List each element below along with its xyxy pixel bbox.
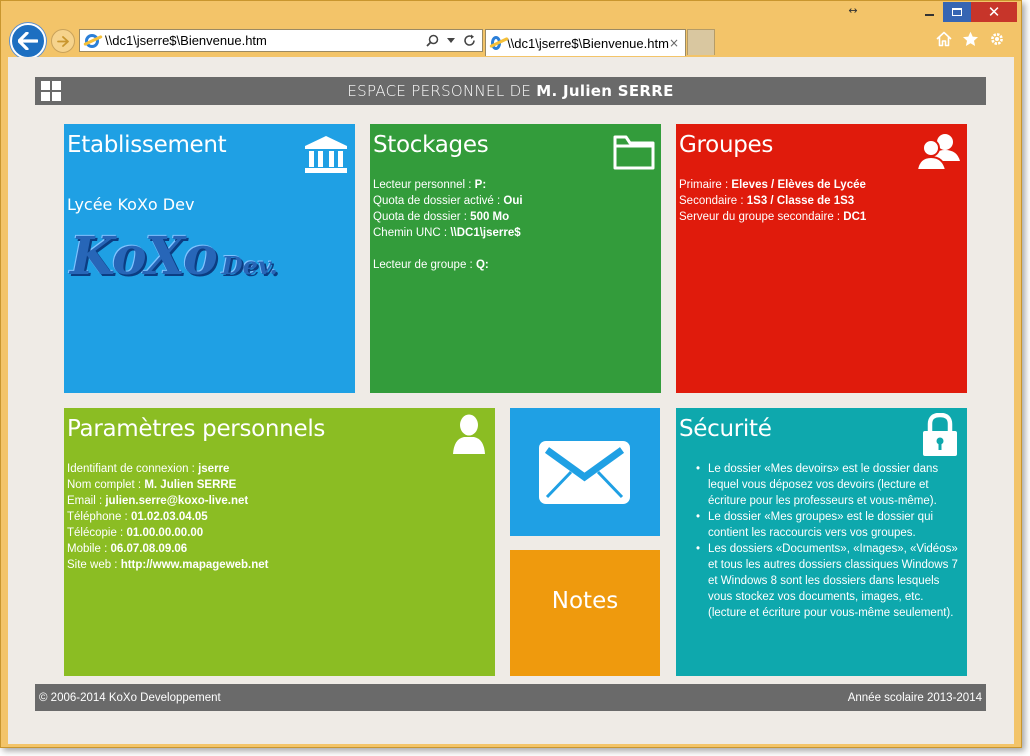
storage-row: Lecteur de groupe : Q: (373, 259, 489, 271)
param-row: Site web : http://www.mapageweb.net (67, 559, 269, 571)
maximize-icon (952, 8, 962, 16)
param-row: Télécopie : 01.00.00.00.00 (67, 527, 204, 539)
param-row: Nom complet : M. Julien SERRE (67, 479, 237, 491)
title-prefix: ESPACE PERSONNEL DE (347, 82, 537, 100)
storage-row: Quota de dossier : 500 Mo (373, 211, 510, 223)
minimize-button[interactable] (915, 2, 943, 22)
param-row: Identifiant de connexion : jserre (67, 463, 230, 475)
ie-page-icon (85, 33, 99, 48)
param-row: Mobile : 06.07.08.09.06 (67, 543, 188, 555)
gear-icon[interactable] (989, 31, 1005, 47)
building-icon (305, 136, 347, 173)
forward-button[interactable] (51, 29, 75, 53)
storage-row: Quota de dossier activé : Oui (373, 195, 523, 207)
group-row: Primaire : Eleves / Elèves de Lycée (679, 179, 866, 191)
param-row: Téléphone : 01.02.03.04.05 (67, 511, 208, 523)
tile-parametres[interactable]: Paramètres personnels Identifiant de con… (64, 408, 495, 676)
star-icon[interactable] (962, 31, 979, 47)
tile-title: Paramètres personnels (67, 416, 326, 442)
arrow-left-icon (18, 32, 38, 50)
start-grid-icon[interactable] (41, 81, 61, 101)
list-item: Les dossiers «Documents», «Images», «Vid… (696, 541, 964, 621)
group-row: Serveur du groupe secondaire : DC1 (679, 211, 867, 223)
maximize-button[interactable] (943, 2, 971, 22)
tile-etablissement[interactable]: Etablissement Lycée KoXo Dev KoXo Dev. (64, 124, 355, 393)
page-content: ESPACE PERSONNEL DE M. Julien SERRE Etab… (8, 57, 1014, 744)
stockages-info: Lecteur personnel : P: Quota de dossier … (373, 177, 523, 273)
ie-tab-icon (491, 36, 502, 50)
tile-stockages[interactable]: Stockages Lecteur personnel : P: Quota d… (370, 124, 661, 393)
tab-label: \\dc1\jserre$\Bienvenue.htm (507, 35, 669, 51)
close-window-button[interactable]: ✕ (971, 2, 1017, 22)
folder-icon (613, 135, 655, 170)
users-icon (917, 134, 960, 171)
list-item: Le dossier «Mes groupes» est le dossier … (696, 509, 964, 541)
groupes-info: Primaire : Eleves / Elèves de Lycée Seco… (679, 177, 866, 225)
koxo-logo: KoXo Dev. (70, 226, 278, 287)
tile-title: Stockages (373, 132, 489, 158)
window-controls: ↔ ✕ (848, 1, 1017, 23)
parametres-info: Identifiant de connexion : jserre Nom co… (67, 461, 269, 573)
tab-close-icon[interactable]: × (669, 36, 685, 50)
storage-row: Chemin UNC : \\DC1\jserre$ (373, 227, 521, 239)
param-row: Email : julien.serre@koxo-live.net (67, 495, 249, 507)
address-bar[interactable]: \\dc1\jserre$\Bienvenue.htm (79, 29, 483, 52)
arrow-right-icon (57, 35, 69, 47)
list-item: Le dossier «Mes devoirs» est le dossier … (696, 461, 964, 509)
back-button[interactable] (10, 23, 46, 59)
mail-icon (539, 441, 630, 504)
group-row: Secondaire : 1S3 / Classe de 1S3 (679, 195, 855, 207)
resize-icon[interactable]: ↔ (845, 4, 861, 17)
search-icon[interactable] (426, 34, 439, 47)
footer-school-year: Année scolaire 2013-2014 (847, 691, 982, 704)
page-title: ESPACE PERSONNEL DE M. Julien SERRE (347, 82, 673, 100)
browser-window: ↔ ✕ \\dc1\jserre$\Bienvenue.htm \\dc1\js… (0, 0, 1022, 748)
tile-title: Groupes (679, 132, 774, 158)
dropdown-icon[interactable] (447, 37, 455, 44)
tile-securite[interactable]: Sécurité Le dossier «Mes devoirs» est le… (676, 408, 967, 676)
address-tools (426, 34, 482, 47)
tile-mail[interactable] (510, 408, 660, 536)
tile-notes[interactable]: Notes (510, 550, 660, 676)
header-bar: ESPACE PERSONNEL DE M. Julien SERRE (35, 77, 986, 105)
lycee-name: Lycée KoXo Dev (67, 195, 195, 214)
lock-icon (923, 413, 957, 456)
tile-title: Etablissement (67, 132, 227, 158)
refresh-icon[interactable] (463, 34, 476, 47)
footer-bar: © 2006-2014 KoXo Developpement Année sco… (35, 684, 986, 711)
user-icon (453, 414, 485, 454)
securite-list: Le dossier «Mes devoirs» est le dossier … (696, 461, 964, 621)
address-text[interactable]: \\dc1\jserre$\Bienvenue.htm (105, 33, 426, 48)
minimize-icon (924, 14, 934, 16)
new-tab-button[interactable] (687, 29, 715, 55)
tile-groupes[interactable]: Groupes Primaire : Eleves / Elèves de Ly… (676, 124, 967, 393)
browser-tools (936, 31, 1005, 47)
storage-row: Lecteur personnel : P: (373, 179, 487, 191)
home-icon[interactable] (936, 31, 952, 47)
tab-bienvenue[interactable]: \\dc1\jserre$\Bienvenue.htm × (485, 29, 686, 56)
notes-label: Notes (551, 588, 619, 614)
footer-copyright: © 2006-2014 KoXo Developpement (39, 691, 221, 704)
tile-title: Sécurité (679, 416, 772, 442)
title-user: M. Julien SERRE (536, 82, 674, 100)
